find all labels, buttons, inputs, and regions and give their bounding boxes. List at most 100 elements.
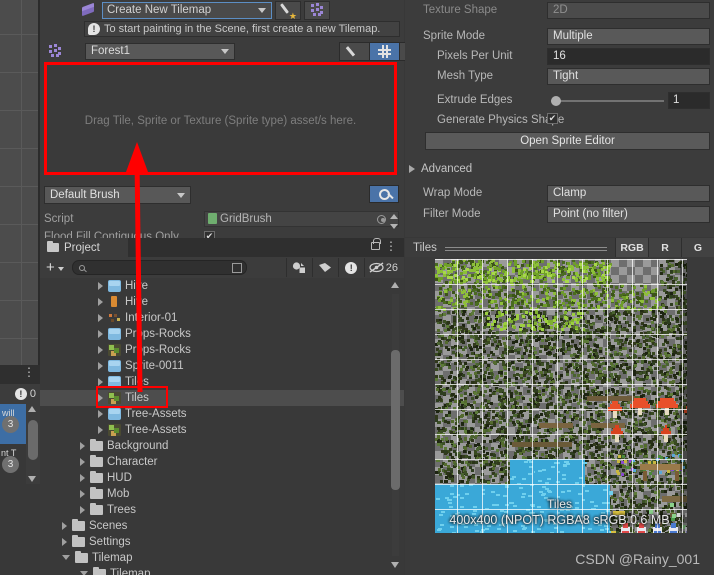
tree-item-label: HUD — [107, 472, 132, 484]
tree-item-trees[interactable]: Trees — [40, 502, 404, 518]
channel-g-button[interactable]: G — [681, 238, 714, 257]
chevron-right-icon[interactable] — [62, 538, 67, 546]
project-tree-scrollbar[interactable] — [390, 280, 401, 570]
tree-item-props-rocks[interactable]: Props-Rocks — [40, 326, 404, 342]
hidden-items-counter[interactable]: 26 — [363, 258, 404, 277]
pixels-per-unit-input[interactable]: 16 — [547, 47, 710, 65]
advanced-foldout[interactable]: Advanced — [405, 159, 714, 179]
search-input[interactable] — [71, 260, 247, 275]
header-rule — [444, 247, 607, 248]
scroll-up-icon[interactable] — [28, 406, 36, 412]
tree-item-background[interactable]: Background — [40, 438, 404, 454]
chevron-down-icon — [258, 8, 266, 13]
chevron-right-icon[interactable] — [80, 490, 85, 498]
chevron-right-icon[interactable] — [98, 362, 103, 370]
chevron-right-icon[interactable] — [98, 426, 103, 434]
brush-settings-button[interactable] — [369, 185, 399, 203]
more-options-icon[interactable]: ⋮ — [385, 240, 397, 252]
create-new-tilemap-dropdown[interactable]: Create New Tilemap — [102, 1, 272, 19]
scroll-down-icon[interactable] — [28, 476, 36, 482]
tree-item-tree-assets[interactable]: Tree-Assets — [40, 422, 404, 438]
palette-dropdown[interactable]: Forest1 — [85, 42, 235, 60]
channel-r-button[interactable]: R — [648, 238, 681, 257]
scrollbar-thumb[interactable] — [28, 420, 38, 460]
chevron-down-icon[interactable] — [62, 554, 70, 564]
tree-item-props-rocks[interactable]: Props-Rocks — [40, 342, 404, 358]
slider-handle[interactable] — [551, 95, 561, 106]
brush-pick-button[interactable] — [275, 0, 301, 22]
chevron-right-icon[interactable] — [80, 458, 85, 466]
tree-item-tiles[interactable]: Tiles — [40, 374, 404, 390]
tilemap-info-text: To start painting in the Scene, first cr… — [104, 23, 381, 35]
more-options-icon[interactable]: ⋮ — [23, 366, 35, 378]
edit-brush-tool[interactable] — [339, 42, 370, 61]
chevron-down-icon[interactable] — [57, 267, 64, 271]
scrollbar-thumb[interactable] — [391, 350, 400, 490]
tree-item-settings[interactable]: Settings — [40, 534, 404, 550]
magic-brush-icon — [280, 2, 297, 22]
tree-item-hud[interactable]: HUD — [40, 470, 404, 486]
wrap-mode-dropdown[interactable]: Clamp — [547, 184, 710, 202]
folder-icon — [72, 518, 85, 531]
chevron-right-icon[interactable] — [98, 314, 103, 322]
open-sprite-editor-button[interactable]: Open Sprite Editor — [425, 132, 710, 150]
lock-icon[interactable] — [371, 238, 381, 250]
tree-item-label: Sprite-0011 — [125, 360, 184, 372]
extrude-edges-slider[interactable]: 1 — [547, 91, 710, 109]
chevron-right-icon[interactable] — [80, 442, 85, 450]
chevron-right-icon[interactable] — [80, 506, 85, 514]
scroll-up-icon[interactable] — [391, 282, 399, 288]
project-asset-tree[interactable]: Hive Hive Interior-01 Props-Rocks Props-Rock… — [40, 278, 404, 575]
tree-item-tree-assets[interactable]: Tree-Assets — [40, 406, 404, 422]
chevron-right-icon[interactable] — [98, 378, 103, 386]
chevron-right-icon[interactable] — [98, 394, 103, 402]
generate-physics-checkbox[interactable]: ✔ — [547, 113, 558, 124]
tree-item-mob[interactable]: Mob — [40, 486, 404, 502]
console-scrollbar[interactable] — [26, 404, 40, 484]
tree-item-hive[interactable]: Hive — [40, 278, 404, 294]
channel-rgb-button[interactable]: RGB — [615, 238, 648, 257]
script-field[interactable]: GridBrush — [204, 210, 399, 229]
tree-item-hive[interactable]: Hive — [40, 294, 404, 310]
search-expand-icon[interactable] — [231, 263, 242, 273]
filter-errors-button[interactable]: ! — [337, 258, 364, 277]
scene-view-strip[interactable] — [0, 0, 40, 365]
tree-item-sprite-0011[interactable]: Sprite-0011 — [40, 358, 404, 374]
chevron-right-icon[interactable] — [62, 522, 67, 530]
chevron-right-icon[interactable] — [98, 346, 103, 354]
filter-mode-dropdown[interactable]: Point (no filter) — [547, 205, 710, 223]
chevron-right-icon[interactable] — [98, 298, 103, 306]
tree-item-tiles[interactable]: Tiles — [40, 390, 404, 406]
object-picker-icon[interactable] — [377, 214, 386, 224]
tree-item-scenes[interactable]: Scenes — [40, 518, 404, 534]
tile-drop-area[interactable]: Drag Tile, Sprite or Texture (Sprite typ… — [44, 62, 397, 175]
create-asset-button[interactable]: + — [46, 260, 55, 275]
error-icon[interactable]: ! — [14, 388, 27, 400]
texture-preview-panel: Tiles RGB R G Tiles 400x400 (NPOT) RGBA8… — [405, 238, 714, 575]
tree-item-tilemap[interactable]: Tilemap — [40, 550, 404, 566]
scroll-down-icon[interactable] — [391, 562, 399, 568]
project-tab-bar: Project ⋮ — [40, 238, 404, 257]
console-row-text: will — [2, 408, 15, 418]
sprite-mode-dropdown[interactable]: Multiple — [547, 27, 710, 45]
filter-by-label-button[interactable] — [311, 258, 338, 277]
tree-item-tilemap[interactable]: Tilemap — [40, 566, 404, 575]
palette-swatch-button[interactable] — [304, 0, 330, 20]
chevron-right-icon[interactable] — [98, 330, 103, 338]
chevron-down-icon[interactable] — [80, 570, 88, 575]
texture-shape-value[interactable]: 2D — [547, 1, 710, 19]
filter-by-type-button[interactable] — [285, 258, 312, 277]
search-icon — [78, 264, 85, 271]
chevron-right-icon[interactable] — [80, 474, 85, 482]
chevron-right-icon[interactable] — [98, 282, 103, 290]
tab-project[interactable]: Project — [40, 238, 128, 257]
brush-dropdown[interactable]: Default Brush — [44, 186, 191, 204]
chevron-right-icon[interactable] — [98, 410, 103, 418]
mesh-type-dropdown[interactable]: Tight — [547, 67, 710, 85]
extrude-edges-value[interactable]: 1 — [668, 91, 710, 109]
tree-item-character[interactable]: Character — [40, 454, 404, 470]
tree-item-interior-01[interactable]: Interior-01 — [40, 310, 404, 326]
grid-tool[interactable] — [369, 42, 400, 61]
tree-item-label: Character — [107, 456, 158, 468]
extrude-edges-label: Extrude Edges — [437, 94, 513, 106]
